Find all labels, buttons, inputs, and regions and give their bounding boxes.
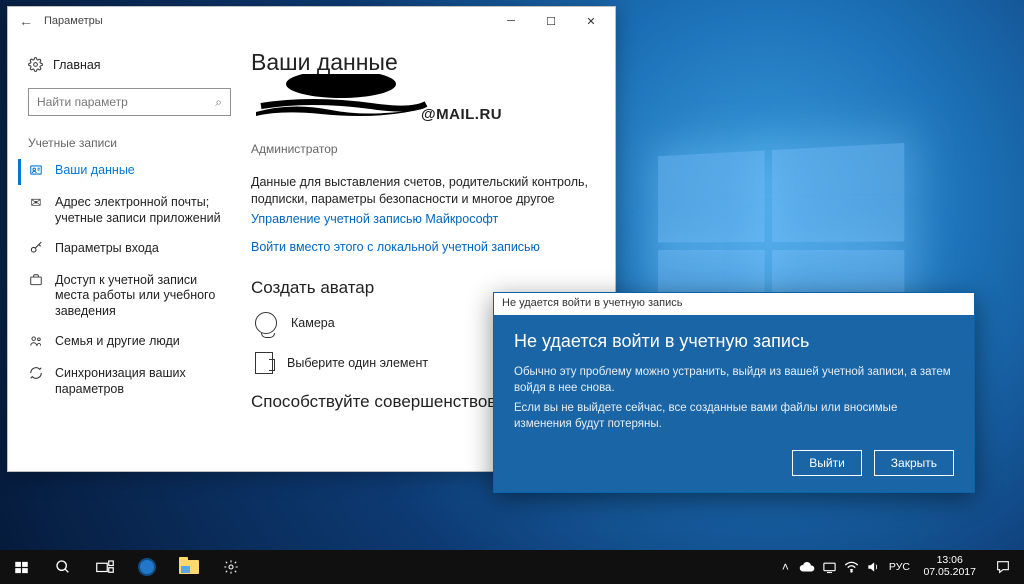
edge-button[interactable] (126, 550, 168, 584)
manage-account-link[interactable]: Управление учетной записью Майкрософт (251, 212, 597, 226)
page-heading: Ваши данные (251, 49, 597, 76)
wifi-icon (822, 561, 837, 574)
close-button[interactable]: ✕ (571, 7, 611, 35)
back-button[interactable]: ← (12, 13, 40, 29)
search-placeholder: Найти параметр (37, 95, 128, 109)
windows-icon (14, 560, 29, 575)
action-center-button[interactable] (986, 550, 1020, 584)
taskbar: ˄ РУС 13:06 07.05.2017 (0, 550, 1024, 584)
search-button[interactable] (42, 550, 84, 584)
home-label: Главная (53, 58, 101, 72)
person-icon (28, 163, 44, 181)
key-icon (28, 241, 44, 259)
account-desc: Данные для выставления счетов, родительс… (251, 174, 597, 208)
nav-signin-options[interactable]: Параметры входа (18, 234, 241, 266)
dialog-text-1: Обычно эту проблему можно устранить, вый… (514, 364, 954, 396)
cloud-icon (799, 562, 815, 573)
camera-icon (255, 312, 277, 334)
edge-icon (138, 558, 156, 576)
nav-email[interactable]: ✉ Адрес электронной почты; учетные запис… (18, 188, 241, 233)
camera-label: Камера (291, 316, 335, 330)
speaker-icon (866, 560, 880, 574)
settings-sidebar: Главная Найти параметр ⌕ Учетные записи … (8, 35, 241, 471)
onedrive-icon[interactable] (797, 550, 817, 584)
wifi-tray-icon[interactable] (841, 550, 861, 584)
nav-label: Семья и другие люди (55, 334, 231, 350)
folder-icon (179, 560, 199, 574)
explorer-button[interactable] (168, 550, 210, 584)
titlebar: ← Параметры ─ ☐ ✕ (8, 7, 615, 35)
family-icon (28, 334, 44, 352)
home-nav[interactable]: Главная (18, 51, 241, 78)
browse-icon (255, 352, 273, 374)
search-icon (55, 559, 71, 575)
taskview-icon (96, 560, 114, 574)
nav-label: Параметры входа (55, 241, 231, 257)
clock[interactable]: 13:06 07.05.2017 (915, 555, 984, 578)
taskview-button[interactable] (84, 550, 126, 584)
browse-label: Выберите один элемент (287, 356, 428, 370)
dialog-titlebar: Не удается войти в учетную запись (494, 293, 974, 315)
nav-work-access[interactable]: Доступ к учетной записи места работы или… (18, 266, 241, 327)
account-email-suffix: @MAIL.RU (421, 106, 502, 123)
nav-label: Доступ к учетной записи места работы или… (55, 273, 231, 320)
minimize-button[interactable]: ─ (491, 7, 531, 35)
nav-sync[interactable]: Синхронизация ваших параметров (18, 359, 241, 404)
wifi-icon (844, 561, 859, 573)
start-button[interactable] (0, 550, 42, 584)
nav-label: Синхронизация ваших параметров (55, 366, 231, 397)
account-role: Администратор (251, 142, 597, 156)
nav-family[interactable]: Семья и другие люди (18, 327, 241, 359)
window-title: Параметры (40, 15, 491, 27)
local-account-link[interactable]: Войти вместо этого с локальной учетной з… (251, 240, 597, 254)
redacted-avatar (251, 74, 431, 124)
search-icon: ⌕ (215, 95, 222, 110)
language-indicator[interactable]: РУС (885, 550, 913, 584)
briefcase-icon (28, 273, 44, 291)
dialog-text-2: Если вы не выйдете сейчас, все созданные… (514, 400, 954, 432)
sync-icon (28, 366, 44, 384)
notification-icon (995, 559, 1011, 575)
tray-chevron[interactable]: ˄ (775, 550, 795, 584)
nav-your-info[interactable]: Ваши данные (18, 156, 241, 188)
network-icon[interactable] (819, 550, 839, 584)
gear-icon (223, 559, 239, 575)
nav-label: Ваши данные (55, 163, 231, 179)
volume-icon[interactable] (863, 550, 883, 584)
mail-icon: ✉ (28, 195, 44, 211)
section-label: Учетные записи (18, 130, 241, 156)
dialog-close-button[interactable]: Закрыть (874, 450, 954, 476)
search-input[interactable]: Найти параметр ⌕ (28, 88, 231, 116)
dialog-heading: Не удается войти в учетную запись (514, 331, 954, 352)
nav-label: Адрес электронной почты; учетные записи … (55, 195, 231, 226)
maximize-button[interactable]: ☐ (531, 7, 571, 35)
gear-icon (28, 57, 43, 72)
signout-button[interactable]: Выйти (792, 450, 862, 476)
settings-taskbar-button[interactable] (210, 550, 252, 584)
clock-date: 07.05.2017 (923, 567, 976, 579)
signin-error-dialog: Не удается войти в учетную запись Не уда… (493, 292, 975, 493)
